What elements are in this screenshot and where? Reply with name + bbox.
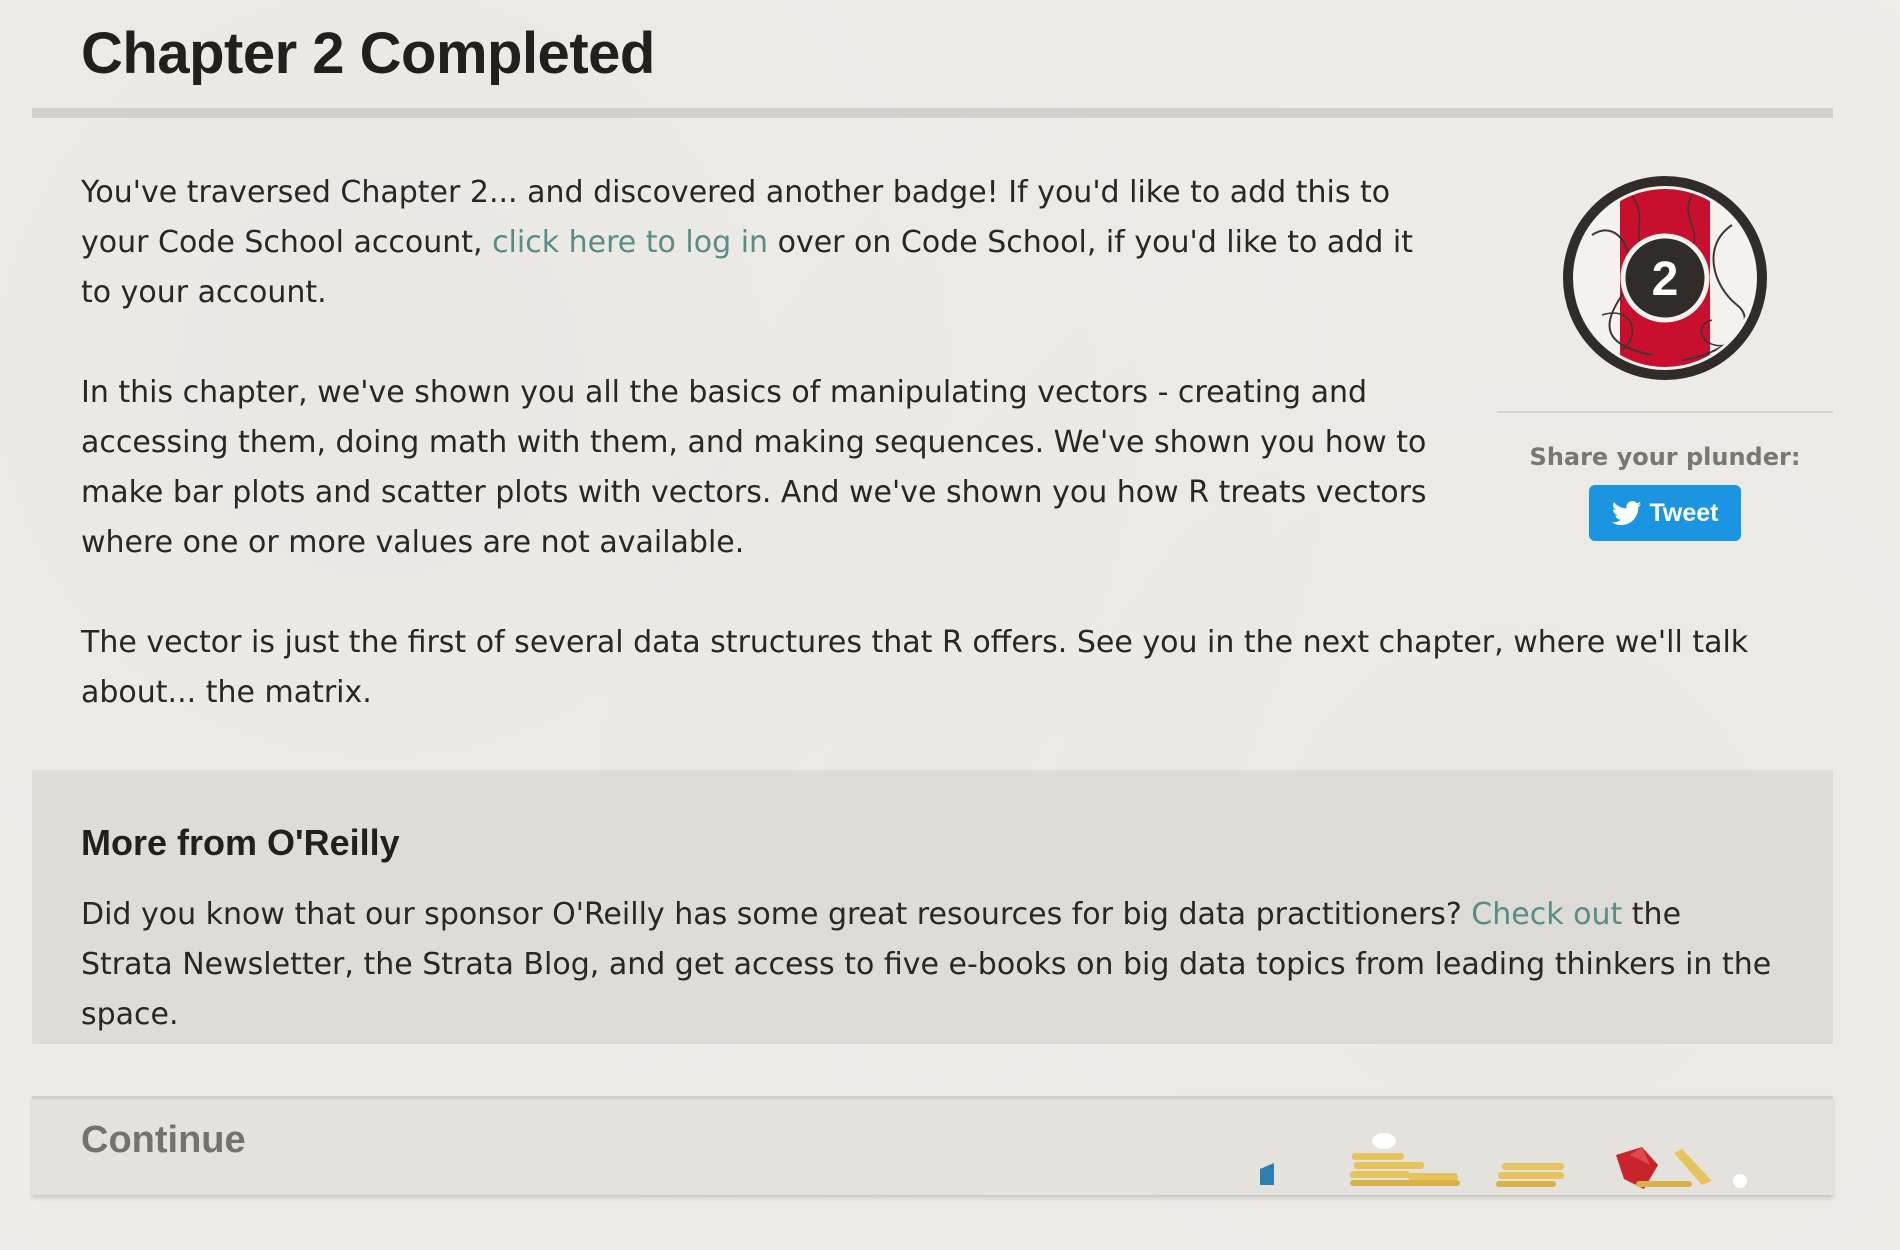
tweet-button[interactable]: Tweet [1589,485,1741,541]
intro-paragraph-2: In this chapter, we've shown you all the… [81,375,1427,560]
intro-paragraph-1: You've traversed Chapter 2... and discov… [81,175,1414,310]
badge-number: 2 [1652,253,1679,306]
twitter-bird-icon [1611,500,1641,525]
tweet-label: Tweet [1649,498,1719,527]
continue-button[interactable]: Continue [32,1096,1833,1195]
chapter-badge-icon: 2 [1563,176,1767,380]
treasure-pile-icon [1260,1133,1747,1189]
page-title: Chapter 2 Completed [81,21,655,86]
intro-text: You've traversed Chapter 2... and discov… [81,168,1748,768]
login-link[interactable]: click here to log in [492,225,768,260]
continue-label: Continue [81,1119,246,1161]
more-from-oreilly-panel: More from O'Reilly Did you know that our… [32,770,1833,1044]
badge-divider [1497,411,1833,413]
check-out-link[interactable]: Check out [1471,897,1622,932]
badge-panel: 2 Share your plunder: Tweet [1497,175,1833,541]
share-label: Share your plunder: [1529,443,1801,471]
title-divider [32,108,1833,118]
intro-paragraph-3: The vector is just the first of several … [81,625,1749,710]
more-heading: More from O'Reilly [81,822,400,863]
more-text: Did you know that our sponsor O'Reilly h… [81,897,1772,1032]
